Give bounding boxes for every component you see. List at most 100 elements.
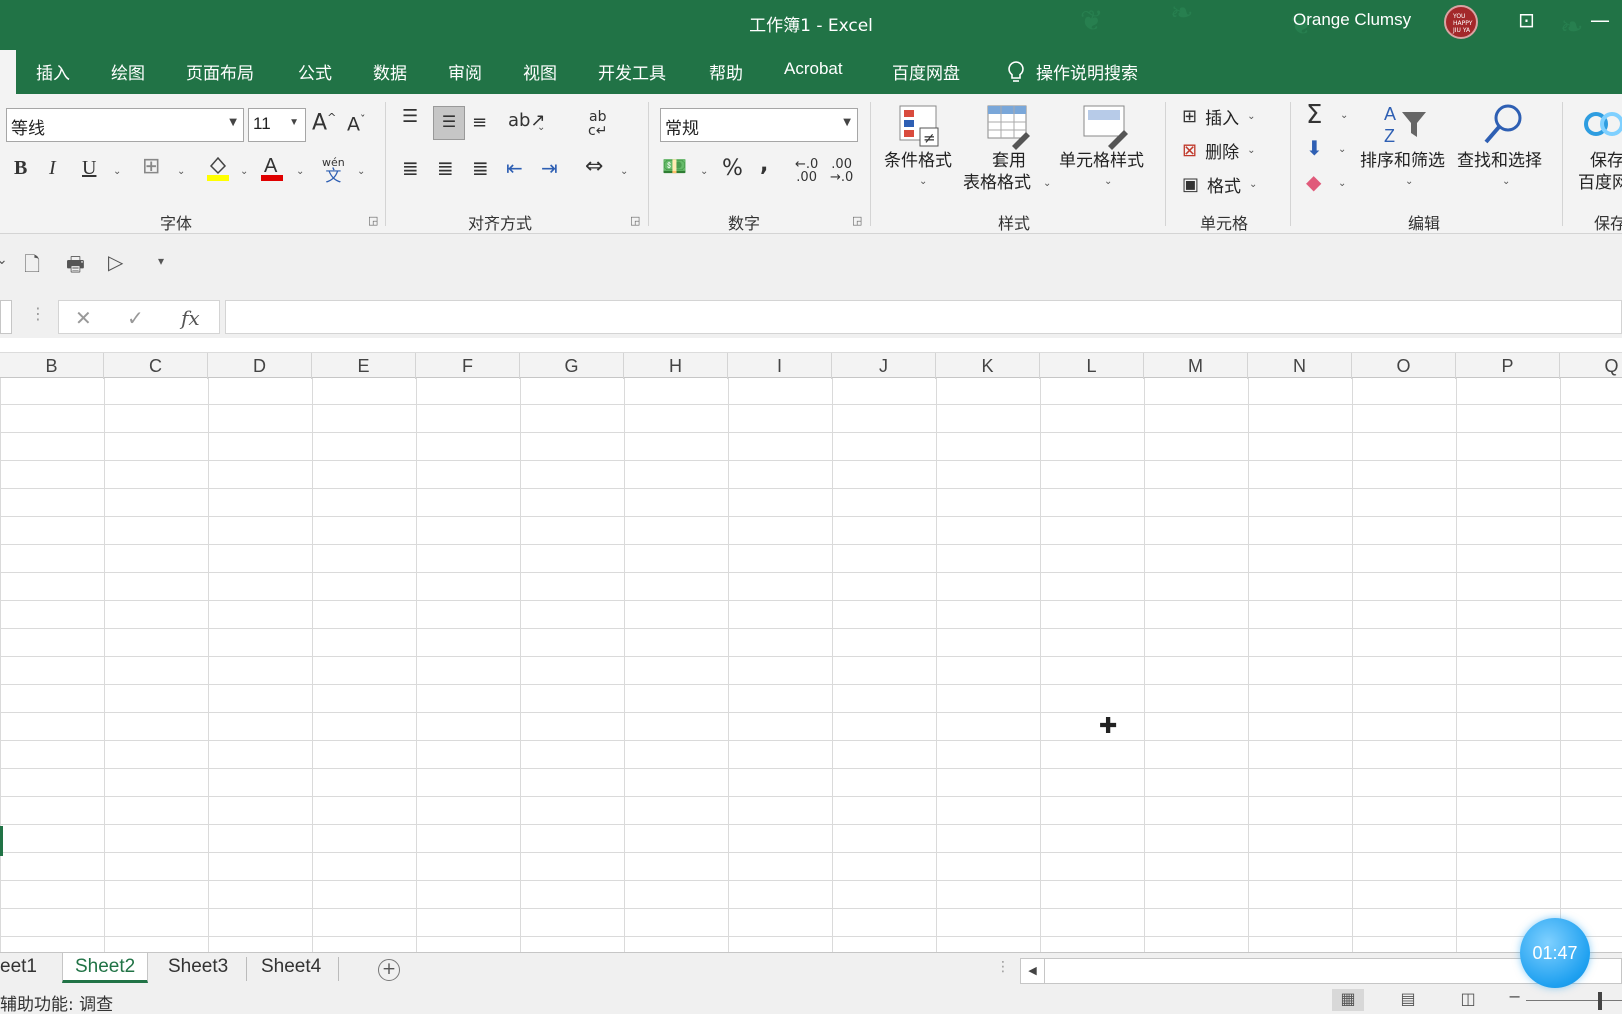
chevron-down-icon[interactable]: ⌄ bbox=[1249, 179, 1257, 190]
tab-home[interactable] bbox=[0, 50, 16, 94]
sheet-tab-3[interactable]: Sheet3 bbox=[168, 953, 228, 983]
sheet-tab-2[interactable]: Sheet2 bbox=[62, 953, 149, 983]
chevron-down-icon[interactable]: ⌄ bbox=[0, 252, 8, 268]
scroll-left-icon[interactable]: ◀ bbox=[1021, 959, 1045, 983]
align-center-icon[interactable]: ≣ bbox=[437, 158, 454, 178]
comma-style-button[interactable]: , bbox=[760, 154, 768, 176]
tab-insert[interactable]: 插入 bbox=[36, 59, 70, 84]
percent-style-button[interactable]: % bbox=[722, 158, 743, 180]
sort-filter-icon[interactable]: AZ bbox=[1382, 102, 1428, 149]
underline-button[interactable]: U bbox=[82, 158, 96, 178]
align-left-icon[interactable]: ≣ bbox=[402, 158, 419, 178]
sort-filter-label[interactable]: 排序和筛选 bbox=[1360, 150, 1445, 172]
tab-developer[interactable]: 开发工具 bbox=[598, 59, 666, 84]
increase-font-icon[interactable]: A^ bbox=[312, 112, 336, 134]
chevron-down-icon[interactable]: ▼ bbox=[843, 117, 851, 128]
quick-print-icon[interactable]: 🖶 bbox=[66, 250, 85, 284]
chevron-down-icon[interactable]: ▼ bbox=[229, 117, 237, 128]
column-header[interactable]: N bbox=[1248, 353, 1352, 379]
format-as-table-icon[interactable] bbox=[986, 104, 1032, 153]
page-layout-view-icon[interactable]: ▤ bbox=[1392, 989, 1424, 1011]
chevron-down-icon[interactable]: ⌄ bbox=[1247, 111, 1255, 122]
tab-view[interactable]: 视图 bbox=[523, 59, 557, 84]
page-break-view-icon[interactable]: ◫ bbox=[1452, 989, 1484, 1011]
delete-cells-button[interactable]: ⊠ 删除 ⌄ bbox=[1182, 138, 1255, 163]
split-handle-icon[interactable]: ⋮ bbox=[996, 959, 1010, 975]
chevron-down-icon[interactable]: ⌄ bbox=[296, 166, 304, 177]
column-header[interactable]: P bbox=[1456, 353, 1560, 379]
save-to-baidu-label-1[interactable]: 保存 bbox=[1590, 150, 1622, 172]
chevron-down-icon[interactable]: ⌄ bbox=[177, 166, 185, 177]
enter-formula-button[interactable]: ✓ bbox=[127, 306, 144, 330]
slide-show-icon[interactable]: ▷ bbox=[108, 250, 123, 274]
chevron-down-icon[interactable]: ⌄ bbox=[113, 166, 121, 177]
conditional-formatting-icon[interactable]: ≠ bbox=[898, 104, 942, 153]
increase-indent-icon[interactable]: ⇥ bbox=[541, 158, 558, 178]
chevron-down-icon[interactable]: ⌄ bbox=[240, 166, 248, 177]
decrease-font-icon[interactable]: Aˇ bbox=[347, 114, 366, 134]
column-header[interactable]: C bbox=[104, 353, 208, 379]
conditional-formatting-label[interactable]: 条件格式 bbox=[884, 150, 952, 172]
chevron-down-icon[interactable]: ⌄ bbox=[1247, 145, 1255, 156]
insert-function-button[interactable]: fx bbox=[181, 306, 200, 330]
format-as-table-label-1[interactable]: 套用 bbox=[992, 150, 1026, 172]
align-top-icon[interactable]: ☰ bbox=[402, 108, 418, 126]
sheet-tab-1[interactable]: eet1 bbox=[0, 953, 37, 983]
phonetic-guide-icon[interactable]: wén 文 bbox=[322, 156, 345, 184]
zoom-slider-thumb[interactable] bbox=[1598, 992, 1602, 1010]
column-header[interactable]: G bbox=[520, 353, 624, 379]
font-name-combo[interactable]: 等线 ▼ bbox=[6, 108, 244, 142]
merge-center-icon[interactable]: ⇔ bbox=[585, 156, 603, 178]
chevron-down-icon[interactable]: ⌄ bbox=[1043, 178, 1051, 189]
cancel-formula-button[interactable]: ✕ bbox=[75, 306, 92, 330]
zoom-out-icon[interactable]: − bbox=[1508, 987, 1521, 1006]
format-cells-button[interactable]: ▣ 格式 ⌄ bbox=[1182, 172, 1257, 197]
italic-button[interactable]: I bbox=[49, 158, 56, 178]
user-name[interactable]: Orange Clumsy bbox=[1293, 10, 1411, 30]
zoom-slider[interactable] bbox=[1526, 1000, 1622, 1001]
border-icon[interactable]: ⊞ bbox=[142, 156, 160, 178]
chevron-down-icon[interactable]: ▼ bbox=[289, 117, 299, 128]
avatar[interactable]: YOU HAPPY JIU YA bbox=[1444, 5, 1478, 39]
chevron-down-icon[interactable]: ⌄ bbox=[700, 166, 708, 177]
tab-page-layout[interactable]: 页面布局 bbox=[186, 59, 254, 84]
find-select-icon[interactable] bbox=[1480, 102, 1526, 151]
chevron-down-icon[interactable]: ⌄ bbox=[919, 176, 927, 187]
column-header[interactable]: F bbox=[416, 353, 520, 379]
align-middle-icon[interactable]: ☰ bbox=[433, 106, 465, 140]
chevron-down-icon[interactable]: ⌄ bbox=[1340, 110, 1348, 121]
align-right-icon[interactable]: ≣ bbox=[472, 158, 489, 178]
dialog-launcher-icon[interactable]: ◲ bbox=[630, 214, 640, 227]
autosum-icon[interactable]: Σ bbox=[1306, 102, 1322, 128]
clear-eraser-icon[interactable]: ◆ bbox=[1306, 172, 1321, 192]
minimize-icon[interactable]: — bbox=[1590, 8, 1610, 32]
chevron-down-icon[interactable]: ⌄ bbox=[1338, 178, 1346, 189]
name-box[interactable] bbox=[0, 300, 12, 334]
formula-input[interactable] bbox=[225, 300, 1622, 334]
bold-button[interactable]: B bbox=[14, 158, 27, 178]
column-header[interactable]: L bbox=[1040, 353, 1144, 379]
fill-down-icon[interactable]: ⬇ bbox=[1306, 138, 1323, 158]
column-header[interactable]: B bbox=[0, 353, 104, 379]
insert-cells-button[interactable]: ⊞ 插入 ⌄ bbox=[1182, 104, 1255, 129]
accounting-format-icon[interactable]: 💵 bbox=[662, 156, 687, 176]
tab-formulas[interactable]: 公式 bbox=[298, 59, 332, 84]
cell-styles-label[interactable]: 单元格样式 bbox=[1059, 150, 1144, 172]
dialog-launcher-icon[interactable]: ◲ bbox=[852, 214, 862, 227]
column-header[interactable]: K bbox=[936, 353, 1040, 379]
format-as-table-label-2[interactable]: 表格格式 bbox=[963, 172, 1031, 194]
align-bottom-icon[interactable]: ≡ bbox=[472, 114, 487, 132]
font-color-icon[interactable]: A bbox=[260, 154, 284, 185]
tab-help[interactable]: 帮助 bbox=[709, 59, 743, 84]
tell-me-search[interactable]: 操作说明搜索 bbox=[1006, 59, 1138, 84]
dialog-launcher-icon[interactable]: ◲ bbox=[368, 214, 378, 227]
tab-baidu-netdisk[interactable]: 百度网盘 bbox=[892, 59, 960, 84]
cell-styles-icon[interactable] bbox=[1082, 104, 1130, 153]
tab-draw[interactable]: 绘图 bbox=[111, 59, 145, 84]
recording-timer[interactable]: 01:47 bbox=[1520, 918, 1590, 988]
add-sheet-button[interactable]: + bbox=[378, 959, 400, 981]
column-header[interactable]: J bbox=[832, 353, 936, 379]
column-header[interactable]: E bbox=[312, 353, 416, 379]
chevron-down-icon[interactable]: ⌄ bbox=[537, 122, 545, 133]
find-select-label[interactable]: 查找和选择 bbox=[1457, 150, 1542, 172]
